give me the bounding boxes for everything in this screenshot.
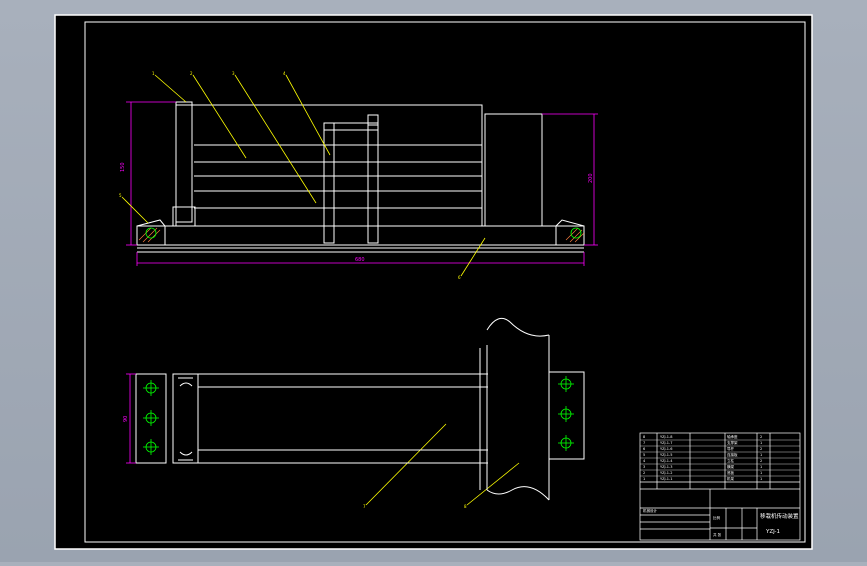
bom-cell-name: 立柱 xyxy=(727,458,735,463)
bom-cell-qty: 2 xyxy=(760,447,762,451)
bom-cell-no: 6 xyxy=(643,447,645,451)
bom-cell-qty: 1 xyxy=(760,441,762,445)
dim-front-height: 150 xyxy=(120,162,126,172)
scale-label: 比例 xyxy=(713,515,721,520)
bom-cell-name: 支撑架 xyxy=(727,440,738,445)
bom-cell-no: 8 xyxy=(643,435,645,439)
bom-cell-no: 2 xyxy=(643,471,645,475)
bom-cell-no: 3 xyxy=(643,465,645,469)
cad-viewport: 150 680 200 1 2 3 4 5 6 7 8 90 8 YZJ-1-8… xyxy=(0,0,867,562)
cad-drawing: 150 680 200 1 2 3 4 5 6 7 8 90 8 YZJ-1-8… xyxy=(54,14,813,550)
bom-cell-name: 轴承座 xyxy=(727,434,738,439)
bom-cell-code: YZJ-1-4 xyxy=(660,459,673,463)
bom-cell-code: YZJ-1-1 xyxy=(660,477,672,481)
bom-cell-name: 连接板 xyxy=(727,452,738,457)
dim-plan-height: 90 xyxy=(123,416,129,422)
bom-cell-qty: 1 xyxy=(760,453,762,457)
bom-cell-code: YZJ-1-5 xyxy=(660,453,672,457)
bom-cell-qty: 2 xyxy=(760,459,762,463)
bom-cell-no: 7 xyxy=(643,441,645,445)
bom-cell-name: 导杆 xyxy=(727,446,735,451)
sheet-label: 共 张 xyxy=(713,532,722,537)
bom-cell-name: 底板 xyxy=(727,470,735,475)
bom-cell-name: 横梁 xyxy=(727,464,735,469)
material-row: 机械设计 xyxy=(643,508,657,513)
bom-cell-qty: 1 xyxy=(760,477,762,481)
bom-cell-code: YZJ-1-6 xyxy=(660,447,672,451)
bom-cell-code: YZJ-1-7 xyxy=(660,441,672,445)
dim-right-height: 200 xyxy=(588,173,594,183)
sheet-border xyxy=(54,14,813,550)
dim-front-width: 680 xyxy=(355,257,365,263)
drawing-number: YZJ-1 xyxy=(765,529,780,535)
bom-cell-qty: 2 xyxy=(760,435,762,439)
bom-cell-name: 机架 xyxy=(727,476,735,481)
bom-cell-qty: 1 xyxy=(760,465,762,469)
bom-cell-no: 5 xyxy=(643,453,645,457)
drawing-title: 移栽机传动装置 xyxy=(760,512,799,520)
bom-cell-code: YZJ-1-2 xyxy=(660,471,672,475)
bom-cell-qty: 1 xyxy=(760,471,762,475)
bom-cell-code: YZJ-1-3 xyxy=(660,465,672,469)
bom-cell-no: 1 xyxy=(643,477,645,481)
bom-cell-code: YZJ-1-8 xyxy=(660,435,672,439)
